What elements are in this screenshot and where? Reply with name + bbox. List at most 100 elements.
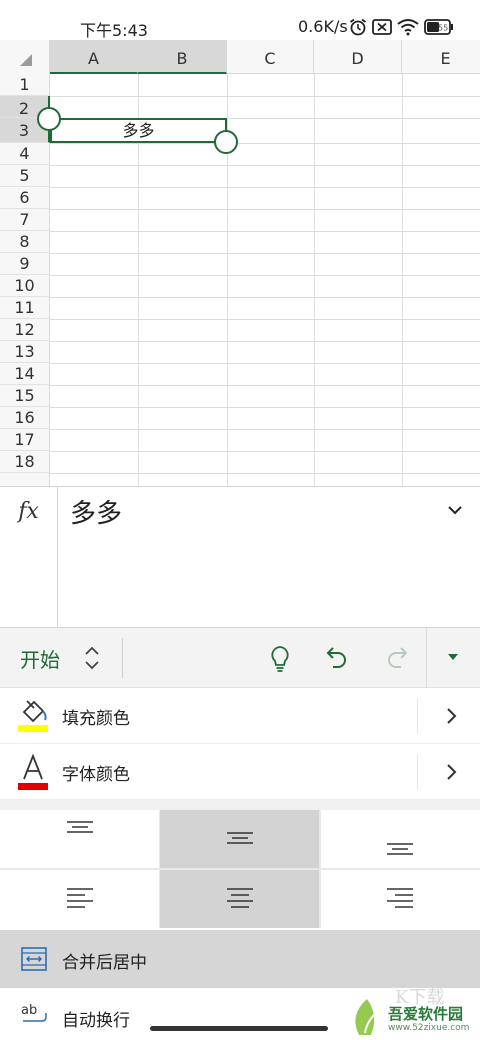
row-header-13[interactable]: 13 — [0, 341, 50, 363]
selection-handle-start[interactable] — [37, 107, 61, 131]
fx-label[interactable]: fx — [0, 487, 58, 627]
row-gridline — [50, 253, 480, 254]
row-gridline — [50, 385, 480, 386]
battery-icon: 55 — [424, 19, 453, 35]
ribbon-tab-home[interactable]: 开始 — [20, 644, 60, 673]
row-header-19-partial — [0, 473, 50, 486]
column-header-b[interactable]: B — [138, 40, 227, 74]
row-gridline — [50, 407, 480, 408]
align-center-icon — [227, 888, 253, 908]
row-gridline — [50, 451, 480, 452]
row-header-10[interactable]: 10 — [0, 275, 50, 297]
font-color-label: 字体颜色 — [62, 765, 130, 785]
fill-color-swatch — [18, 725, 48, 732]
row-header-9[interactable]: 9 — [0, 253, 50, 275]
tab-switch-updown-icon[interactable] — [82, 644, 102, 672]
row-header-17[interactable]: 17 — [0, 429, 50, 451]
align-left-button[interactable] — [0, 870, 159, 928]
row-header-18[interactable]: 18 — [0, 451, 50, 473]
align-bottom-button[interactable] — [321, 810, 480, 868]
merged-cell-a2-b3[interactable]: 多多 — [50, 118, 227, 143]
battery-level: 55 — [438, 24, 448, 33]
align-bottom-icon — [387, 843, 413, 855]
column-header-d[interactable]: D — [314, 40, 402, 74]
row-gridline — [50, 429, 480, 430]
ribbon-divider-right — [426, 628, 427, 688]
merge-cells-icon — [21, 947, 47, 971]
formula-bar: fx 多多 — [0, 486, 480, 628]
svg-text:ab: ab — [21, 1003, 37, 1018]
wrap-text-icon: ab — [21, 1003, 47, 1022]
row-gridline — [50, 231, 480, 232]
chevron-right-icon[interactable] — [444, 706, 458, 726]
row-header-11[interactable]: 11 — [0, 297, 50, 319]
wrap-text-label: 自动换行 — [62, 1011, 130, 1031]
column-gridline — [402, 74, 403, 486]
row-gridline — [50, 319, 480, 320]
lightbulb-icon[interactable] — [268, 644, 292, 674]
column-header-a[interactable]: A — [50, 40, 138, 74]
row-gridline — [50, 165, 480, 166]
align-right-button[interactable] — [321, 870, 480, 928]
align-middle-button[interactable] — [160, 810, 319, 868]
row-gridline — [50, 96, 480, 97]
row-header-12[interactable]: 12 — [0, 319, 50, 341]
align-left-icon — [67, 888, 93, 908]
font-color-item[interactable]: 字体颜色 — [0, 744, 480, 800]
row-header-16[interactable]: 16 — [0, 407, 50, 429]
spreadsheet-grid[interactable]: A B C D E 1 2 3 4 5 6 7 8 9 10 11 12 13 … — [0, 40, 480, 486]
row-gridline — [50, 473, 480, 474]
row-header-7[interactable]: 7 — [0, 209, 50, 231]
formula-input[interactable]: 多多 — [70, 493, 122, 530]
row-header-4[interactable]: 4 — [0, 143, 50, 165]
select-all-corner[interactable] — [0, 40, 50, 74]
status-bar: 下午5:43 0.6K/s 55 — [0, 0, 480, 40]
align-right-icon — [387, 888, 413, 908]
watermark-text: 吾爱软件园 — [388, 1005, 464, 1023]
column-header-e[interactable]: E — [402, 40, 480, 74]
row-separator — [417, 698, 418, 734]
column-gridline — [314, 74, 315, 486]
font-color-a-icon — [18, 753, 48, 790]
row-header-15[interactable]: 15 — [0, 385, 50, 407]
collapse-ribbon-icon[interactable] — [446, 652, 460, 662]
home-indicator[interactable] — [150, 1026, 328, 1031]
selection-handle-end[interactable] — [214, 130, 238, 154]
row-gridline — [50, 363, 480, 364]
merge-center-item[interactable]: 合并后居中 — [0, 930, 480, 988]
align-top-button[interactable] — [0, 810, 159, 868]
row-gridline — [50, 275, 480, 276]
redo-icon[interactable] — [384, 644, 410, 672]
align-center-button[interactable] — [160, 870, 319, 928]
merge-center-label: 合并后居中 — [62, 953, 147, 973]
section-gap — [0, 800, 480, 810]
row-gridline — [50, 341, 480, 342]
alarm-icon — [349, 18, 367, 36]
row-gridline — [50, 209, 480, 210]
row-header-5[interactable]: 5 — [0, 165, 50, 187]
column-header-c[interactable]: C — [227, 40, 314, 74]
row-header-8[interactable]: 8 — [0, 231, 50, 253]
fill-color-bucket-icon — [18, 700, 48, 732]
ribbon-divider — [122, 638, 123, 678]
alignment-grid — [0, 810, 480, 928]
select-all-triangle-icon — [20, 54, 32, 66]
row-header-6[interactable]: 6 — [0, 187, 50, 209]
network-speed: 0.6K/s — [298, 17, 348, 36]
font-color-swatch — [18, 783, 48, 790]
row-header-1[interactable]: 1 — [0, 74, 50, 96]
fill-color-item[interactable]: 填充颜色 — [0, 688, 480, 744]
chevron-down-icon[interactable] — [446, 503, 464, 517]
ribbon-toolbar: 开始 — [0, 628, 480, 688]
watermark-url: www.52zixue.com — [388, 1023, 470, 1033]
row-gridline — [50, 143, 480, 144]
undo-icon[interactable] — [324, 644, 350, 672]
fill-color-label: 填充颜色 — [62, 709, 130, 729]
row-gridline — [50, 187, 480, 188]
row-separator — [417, 754, 418, 790]
align-middle-icon — [227, 832, 253, 844]
sim-no-signal-icon — [372, 19, 392, 35]
align-top-icon — [67, 821, 93, 833]
row-header-14[interactable]: 14 — [0, 363, 50, 385]
chevron-right-icon[interactable] — [444, 762, 458, 782]
